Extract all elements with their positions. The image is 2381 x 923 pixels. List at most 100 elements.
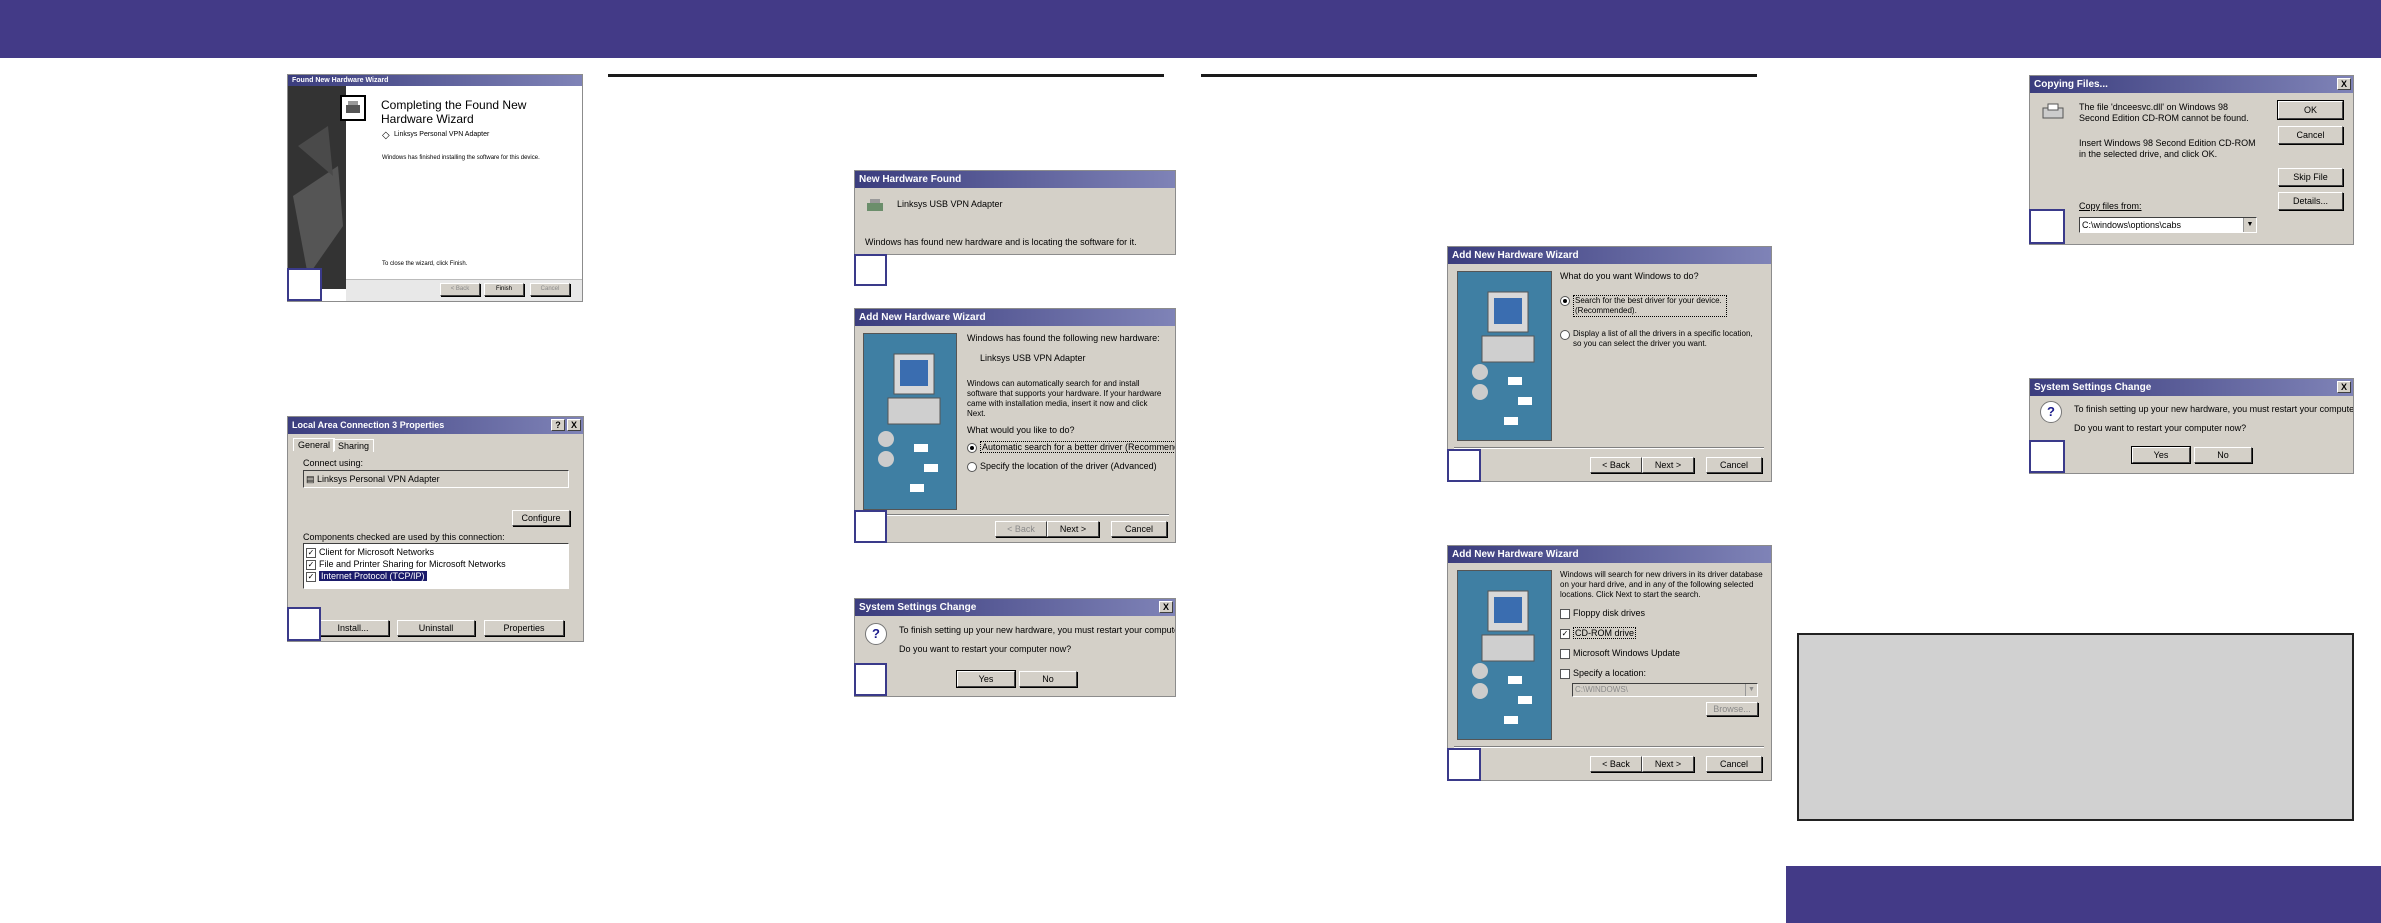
ok-button[interactable]: OK — [2277, 100, 2344, 120]
title-bar: System Settings Change X — [855, 599, 1175, 616]
radio-display-list[interactable] — [1560, 330, 1570, 340]
cancel-button[interactable]: Cancel — [1706, 756, 1762, 772]
system-settings-change-dialog: System Settings Change X ? To finish set… — [854, 598, 1176, 697]
yes-button[interactable]: Yes — [956, 670, 1016, 688]
question-label: What do you want Windows to do? — [1560, 271, 1699, 281]
adapter-name: Linksys Personal VPN Adapter — [317, 474, 440, 484]
properties-button[interactable]: Properties — [484, 620, 564, 636]
option-floppy[interactable]: Floppy disk drives — [1560, 608, 1645, 619]
copying-files-dialog: Copying Files... X The file 'dnceesvc.dl… — [2029, 75, 2354, 245]
option-specify[interactable]: Specify the location of the driver (Adva… — [967, 461, 1157, 472]
question-icon: ? — [865, 623, 887, 645]
close-button[interactable]: X — [567, 419, 581, 431]
step-marker — [2029, 440, 2065, 473]
back-button[interactable]: < Back — [995, 521, 1047, 537]
uninstall-button[interactable]: Uninstall — [397, 620, 475, 636]
tab-general[interactable]: General — [293, 438, 336, 451]
option-label: Search for the best driver for your devi… — [1573, 295, 1727, 317]
header-bar — [0, 0, 2381, 58]
restart-message: To finish setting up your new hardware, … — [2074, 404, 2354, 414]
add-new-hardware-wizard-choice: Add New Hardware Wizard What do you want… — [1447, 246, 1772, 482]
details-button[interactable]: Details... — [2278, 192, 2343, 210]
tab-sharing[interactable]: Sharing — [333, 439, 375, 452]
found-label: Windows has found the following new hard… — [967, 333, 1160, 343]
component-label: Internet Protocol (TCP/IP) — [319, 571, 427, 581]
close-button[interactable]: X — [2337, 78, 2351, 90]
next-button[interactable]: Next > — [1047, 521, 1099, 537]
option-search[interactable]: Search for the best driver for your devi… — [1560, 295, 1760, 317]
search-description: Windows will search for new drivers in i… — [1560, 570, 1763, 599]
section-rule-right — [1201, 74, 1757, 77]
copy-from-combobox[interactable]: C:\windows\options\cabs ▼ — [2079, 217, 2257, 233]
system-settings-change-dialog-2: System Settings Change X ? To finish set… — [2029, 378, 2354, 474]
section-rule-left — [608, 74, 1164, 77]
finish-button[interactable]: Finish — [484, 283, 524, 296]
adapter-field: ▤ Linksys Personal VPN Adapter — [303, 470, 569, 488]
back-button[interactable]: < Back — [440, 283, 480, 296]
radio-search[interactable] — [1560, 296, 1570, 306]
skip-file-button[interactable]: Skip File — [2278, 168, 2343, 186]
configure-button[interactable]: Configure — [512, 510, 570, 526]
next-button[interactable]: Next > — [1642, 457, 1694, 473]
hardware-icon — [340, 95, 366, 121]
location-checkbox[interactable] — [1560, 668, 1570, 679]
device-name: Linksys Personal VPN Adapter — [394, 131, 490, 138]
wizard-art — [1457, 570, 1552, 740]
note-box — [1797, 633, 2354, 821]
close-button[interactable]: X — [1159, 601, 1173, 613]
option-display-list[interactable]: Display a list of all the drivers in a s… — [1560, 329, 1760, 349]
divider — [1454, 746, 1764, 748]
radio-automatic[interactable] — [967, 442, 977, 453]
browse-button[interactable]: Browse... — [1706, 702, 1758, 716]
title-bar: Add New Hardware Wizard — [1448, 247, 1771, 264]
step-marker — [854, 510, 887, 543]
no-button[interactable]: No — [2194, 447, 2252, 463]
option-cdrom[interactable]: ✓ CD-ROM drive — [1560, 627, 1637, 639]
no-button[interactable]: No — [1019, 671, 1077, 687]
chevron-down-icon[interactable]: ▼ — [1745, 684, 1757, 696]
wizard-heading: Completing the Found New Hardware Wizard — [381, 98, 527, 126]
component-tcpip[interactable]: ✓ Internet Protocol (TCP/IP) — [306, 570, 568, 582]
back-button[interactable]: < Back — [1590, 756, 1642, 772]
install-button[interactable]: Install... — [317, 620, 389, 636]
cancel-button[interactable]: Cancel — [2278, 126, 2343, 144]
device-icon: ◇ — [382, 130, 390, 141]
next-button[interactable]: Next > — [1642, 756, 1694, 772]
add-new-hardware-wizard: Add New Hardware Wizard Windows has foun… — [854, 308, 1176, 543]
new-hardware-found-dialog: New Hardware Found Linksys USB VPN Adapt… — [854, 170, 1176, 255]
divider — [1454, 447, 1764, 449]
cancel-button[interactable]: Cancel — [1706, 457, 1762, 473]
option-label: CD-ROM drive — [1573, 627, 1637, 639]
wizard-art — [1457, 271, 1552, 441]
update-checkbox[interactable] — [1560, 648, 1570, 659]
step-marker — [287, 607, 321, 641]
title-bar: Copying Files... X — [2030, 76, 2353, 93]
option-location[interactable]: Specify a location: — [1560, 668, 1646, 679]
components-list[interactable]: ✓ Client for Microsoft Networks ✓ File and… — [303, 543, 569, 589]
yes-button[interactable]: Yes — [2131, 446, 2191, 464]
option-label: Display a list of all the drivers in a s… — [1573, 329, 1753, 348]
close-button[interactable]: X — [2337, 381, 2351, 393]
radio-specify[interactable] — [967, 461, 977, 472]
step-marker — [1447, 748, 1481, 781]
restart-question: Do you want to restart your computer now… — [899, 644, 1072, 654]
device-name: Linksys USB VPN Adapter — [897, 199, 1003, 209]
floppy-checkbox[interactable] — [1560, 608, 1570, 619]
option-label: Microsoft Windows Update — [1573, 648, 1681, 658]
cancel-button[interactable]: Cancel — [1111, 521, 1167, 537]
chevron-down-icon[interactable]: ▼ — [2243, 218, 2256, 232]
copy-from-label: Copy files from: — [2079, 201, 2142, 211]
option-automatic[interactable]: Automatic search for a better driver (Re… — [967, 441, 1175, 453]
back-button[interactable]: < Back — [1590, 457, 1642, 473]
file-not-found-message: The file 'dnceesvc.dll' on Windows 98 Se… — [2079, 102, 2249, 123]
location-input[interactable]: C:\WINDOWS\ ▼ — [1572, 683, 1758, 697]
option-windows-update[interactable]: Microsoft Windows Update — [1560, 648, 1680, 659]
component-client[interactable]: ✓ Client for Microsoft Networks — [306, 546, 568, 558]
step-marker — [1447, 449, 1481, 482]
cdrom-checkbox[interactable]: ✓ — [1560, 628, 1570, 639]
help-button[interactable]: ? — [551, 419, 565, 431]
close-message: To close the wizard, click Finish. — [382, 261, 468, 267]
component-file-sharing[interactable]: ✓ File and Printer Sharing for Microsoft … — [306, 558, 568, 570]
components-label: Components checked are used by this conn… — [303, 532, 505, 542]
cancel-button[interactable]: Cancel — [530, 283, 570, 296]
